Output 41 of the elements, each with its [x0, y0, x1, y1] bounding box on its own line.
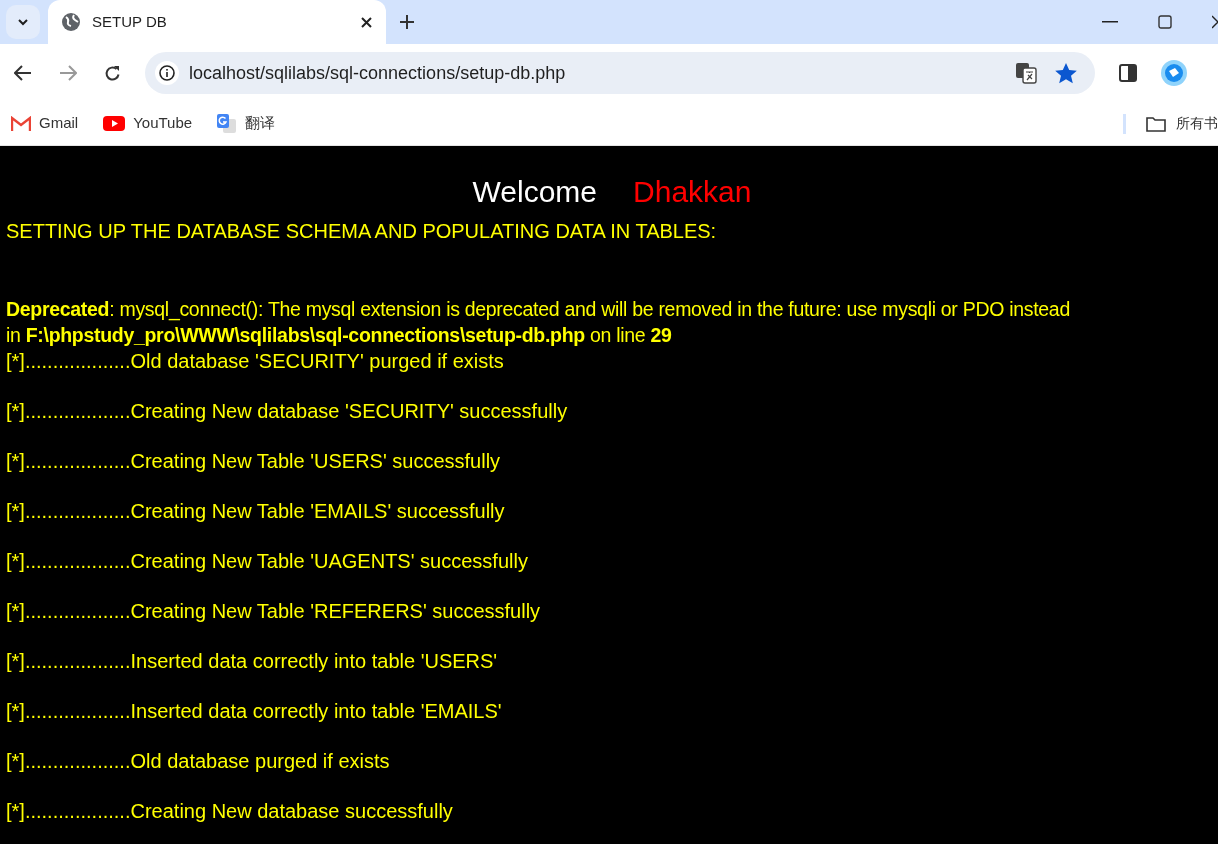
log-line: [*]...................Inserted data correctly into table 'EMAILS': [6, 699, 502, 724]
close-icon[interactable]: [361, 16, 372, 28]
new-tab-icon[interactable]: [400, 15, 414, 29]
close-icon[interactable]: [1212, 15, 1218, 29]
bookmark-link[interactable]: 翻译: [245, 112, 276, 135]
log-line: [*]...................Old database 'SECURITY' purged if exists: [6, 349, 504, 374]
log-line: [*]...................Creating New Table 'EMAILS' successfully: [6, 499, 505, 524]
extension-icon[interactable]: [1161, 60, 1187, 86]
folder-icon[interactable]: [1146, 115, 1166, 132]
mail-icon: [11, 116, 31, 131]
address-bar[interactable]: localhost/sqlilabs/sql-connections/setup-db.php: [145, 52, 1095, 94]
play-icon: [103, 116, 126, 131]
log-line: [*]...................Inserted data correctly into table 'USERS': [6, 649, 498, 674]
forward-icon[interactable]: [59, 65, 77, 81]
globe-icon: [62, 13, 80, 31]
user-name: Dhakkan: [633, 175, 752, 208]
caret-icon: [17, 18, 29, 26]
translate-icon[interactable]: [1015, 62, 1037, 84]
reload-icon[interactable]: [104, 64, 121, 82]
bookmark-link[interactable]: YouTube: [133, 112, 193, 135]
log-line: [*]...................Creating New database 'SECURITY' successfully: [6, 399, 568, 424]
info-icon[interactable]: [159, 65, 175, 81]
log-line: [*]...................Creating New Table 'REFERERS' successfully: [6, 599, 541, 624]
bookmark-link[interactable]: Gmail: [39, 112, 79, 135]
welcome-text: Welcome: [472, 175, 598, 208]
side-panel-icon[interactable]: [1119, 64, 1137, 82]
browser-tab[interactable]: SETUP DB: [48, 0, 386, 44]
log-line: [*]...................Creating New database successfully: [6, 799, 453, 824]
minimize-icon[interactable]: [1102, 21, 1118, 23]
page-heading: SETTING UP THE DATABASE SCHEMA AND POPULATING DATA IN TABLES:: [6, 219, 718, 244]
tab-search-button[interactable]: [6, 5, 40, 39]
warning-message: Deprecated: mysql_connect(): The mysql extension is deprecated and will be removed in the future: use mysqli or PDO instead: [6, 297, 1070, 322]
back-icon[interactable]: [14, 65, 32, 81]
translate-icon: [217, 113, 238, 134]
star-icon[interactable]: [1055, 62, 1077, 84]
log-line: [*]...................Creating New Table 'UAGENTS' successfully: [6, 549, 528, 574]
warning-message: in F:\phpstudy_pro\WWW\sqlilabs\sql-connections\setup-db.php on line 29: [6, 323, 672, 348]
maximize-icon[interactable]: [1158, 15, 1172, 29]
log-line: [*]...................Old database purged if exists: [6, 749, 390, 774]
log-line: [*]...................Creating New Table 'USERS' successfully: [6, 449, 501, 474]
bookmarks-folder[interactable]: 所有书: [1176, 113, 1218, 134]
